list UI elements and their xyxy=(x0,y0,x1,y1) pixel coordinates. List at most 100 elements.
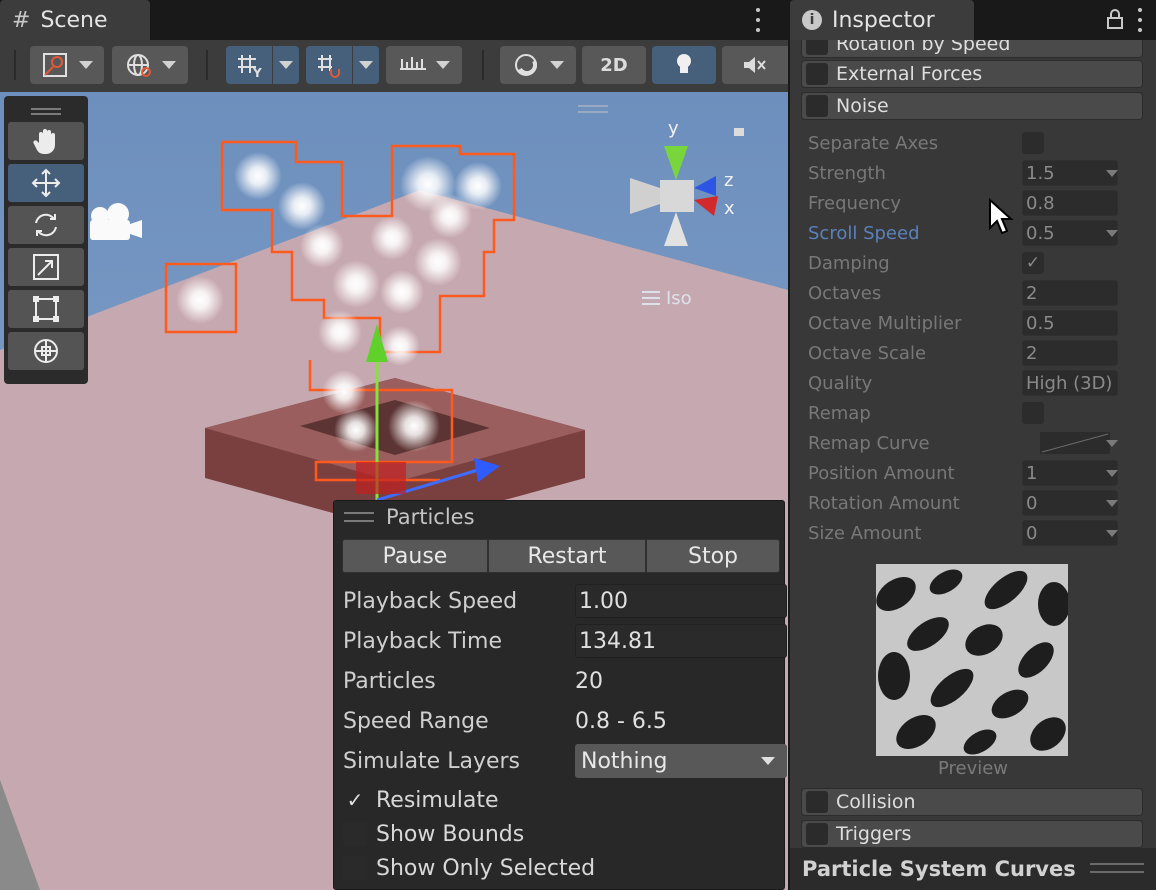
checkbox[interactable] xyxy=(806,791,828,813)
noise-prop-row: Separate Axes xyxy=(808,128,1143,158)
globe-icon xyxy=(127,54,151,77)
noise-prop-label: Size Amount xyxy=(808,522,922,544)
module-triggers[interactable]: Triggers xyxy=(801,820,1143,848)
noise-prop-label: Damping xyxy=(808,252,890,274)
overlay-grip-icon xyxy=(344,512,374,522)
grid-snap-dropdown[interactable] xyxy=(273,46,299,84)
gizmo-z-label: z xyxy=(724,170,733,191)
noise-prop-field[interactable]: 1.5 xyxy=(1022,160,1118,186)
noise-prop-field[interactable]: 0 xyxy=(1022,490,1118,516)
noise-prop-field[interactable]: 0.8 xyxy=(1022,190,1118,216)
resimulate-toggle[interactable]: ✓ Resimulate xyxy=(343,785,779,815)
chevron-down-icon[interactable] xyxy=(1106,530,1118,537)
playback-speed-field[interactable]: 1.00 xyxy=(575,584,787,618)
chevron-down-icon xyxy=(436,61,450,69)
noise-prop-checkbox[interactable] xyxy=(1022,402,1044,424)
increment-snap-button[interactable] xyxy=(306,46,352,84)
tab-scene[interactable]: # Scene xyxy=(0,0,150,40)
module-external-forces[interactable]: External Forces xyxy=(801,60,1143,88)
stop-button[interactable]: Stop xyxy=(646,539,780,573)
draw-mode-button[interactable] xyxy=(30,46,104,84)
hand-tool-button[interactable] xyxy=(8,122,84,160)
chevron-down-icon xyxy=(761,757,775,765)
checkbox[interactable] xyxy=(806,63,828,85)
remap-curve-field[interactable] xyxy=(1040,432,1110,454)
module-rotation-by-speed[interactable]: Rotation by Speed xyxy=(801,40,1143,58)
transform-tool-button[interactable] xyxy=(8,332,84,370)
curves-grip-icon[interactable] xyxy=(1090,863,1144,873)
inspector-more-icon[interactable] xyxy=(1136,8,1144,32)
chevron-down-icon xyxy=(79,61,93,69)
noise-prop-label: Separate Axes xyxy=(808,132,939,154)
lightbulb-icon xyxy=(677,54,691,73)
particles-count-row: Particles 20 xyxy=(343,663,779,699)
tab-inspector[interactable]: i Inspector xyxy=(790,0,974,40)
noise-prop-label: Scroll Speed xyxy=(808,222,920,244)
chevron-down-icon[interactable] xyxy=(1106,470,1118,477)
snap-settings-button[interactable] xyxy=(386,46,462,84)
audio-mute-button[interactable] xyxy=(722,46,788,84)
scene-more-icon[interactable] xyxy=(754,8,762,32)
playback-time-field[interactable]: 134.81 xyxy=(575,624,787,658)
lock-icon[interactable] xyxy=(1104,8,1126,30)
mode-2d-button[interactable]: 2D xyxy=(582,46,646,84)
chevron-down-icon[interactable] xyxy=(1106,440,1118,447)
noise-prop-field[interactable]: 2 xyxy=(1022,280,1118,306)
chevron-down-icon[interactable] xyxy=(1106,170,1118,177)
move-gizmo-plane[interactable] xyxy=(356,462,406,494)
shading-mode-button[interactable] xyxy=(500,46,576,84)
rect-transform-icon xyxy=(33,296,59,322)
global-view-button[interactable] xyxy=(112,46,188,84)
playback-buttons: Pause Restart Stop xyxy=(342,539,780,573)
scene-lighting-button[interactable] xyxy=(652,46,716,84)
chevron-down-icon xyxy=(279,61,293,69)
tool-palette-grip[interactable] xyxy=(8,100,84,122)
speaker-muted-icon xyxy=(744,57,766,73)
simulate-layers-dropdown[interactable]: Nothing xyxy=(575,744,787,778)
noise-prop-field[interactable]: 0.5 xyxy=(1022,310,1118,336)
noise-prop-field[interactable]: 2 xyxy=(1022,340,1118,366)
checkbox xyxy=(343,822,367,846)
noise-prop-field[interactable]: 0.5 xyxy=(1022,220,1118,246)
pause-button[interactable]: Pause xyxy=(342,539,488,573)
checkbox[interactable] xyxy=(806,823,828,845)
transform-icon xyxy=(34,339,58,363)
noise-prop-checkbox[interactable]: ✓ xyxy=(1022,252,1044,274)
checkbox[interactable] xyxy=(806,40,828,55)
grid-snap-button[interactable]: Y xyxy=(226,46,272,84)
scale-tool-button[interactable] xyxy=(8,248,84,286)
restart-button[interactable]: Restart xyxy=(488,539,646,573)
particles-overlay-title: Particles xyxy=(386,505,475,529)
particles-count-value: 20 xyxy=(575,668,603,694)
inspector-tab-bar: i Inspector xyxy=(790,0,1156,40)
draw-mode-icon xyxy=(43,53,67,77)
module-label: Collision xyxy=(836,791,916,813)
hand-icon xyxy=(33,129,55,155)
magnet-grid-icon xyxy=(318,55,340,78)
module-noise[interactable]: Noise xyxy=(801,92,1143,120)
show-bounds-toggle[interactable]: Show Bounds xyxy=(343,819,779,849)
noise-prop-label: Strength xyxy=(808,162,886,184)
chevron-down-icon[interactable] xyxy=(1106,230,1118,237)
increment-snap-dropdown[interactable] xyxy=(353,46,379,84)
pause-label: Pause xyxy=(382,543,448,569)
module-collision[interactable]: Collision xyxy=(801,788,1143,816)
noise-prop-field[interactable]: High (3D) xyxy=(1022,370,1118,396)
checkbox[interactable] xyxy=(806,95,828,117)
noise-prop-field[interactable]: 0 xyxy=(1022,520,1118,546)
noise-prop-field[interactable]: 1 xyxy=(1022,460,1118,486)
noise-prop-row: Damping xyxy=(808,248,1143,278)
chevron-down-icon[interactable] xyxy=(1106,500,1118,507)
particle-system-curves-header[interactable]: Particle System Curves xyxy=(790,848,1156,890)
noise-prop-checkbox[interactable] xyxy=(1022,132,1044,154)
chevron-down-icon xyxy=(162,61,176,69)
move-tool-button[interactable] xyxy=(8,164,84,202)
rect-tool-button[interactable] xyxy=(8,290,84,328)
inspector-panel: i Inspector Rotation by Speed External F… xyxy=(790,0,1156,890)
rotate-tool-button[interactable] xyxy=(8,206,84,244)
show-only-selected-toggle[interactable]: Show Only Selected xyxy=(343,853,779,883)
particles-overlay-header[interactable]: Particles xyxy=(334,501,784,533)
scene-tab-bar: # Scene xyxy=(0,0,788,40)
grid-hash-icon: # xyxy=(12,7,31,33)
chevron-down-icon xyxy=(359,61,373,69)
